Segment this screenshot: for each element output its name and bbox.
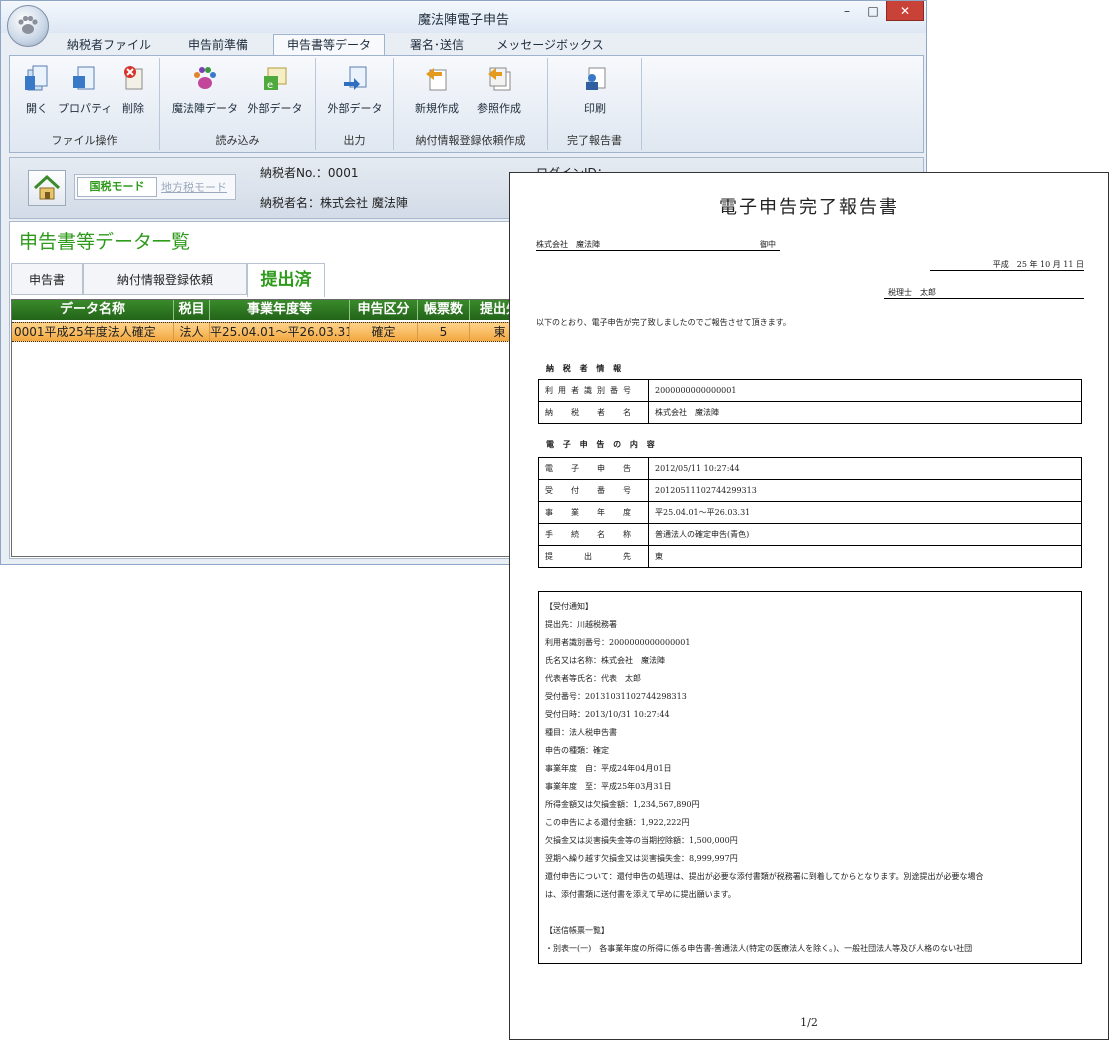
table-row: 利用者識別番号 2000000000000001 xyxy=(539,380,1081,402)
print-button[interactable]: 印刷 xyxy=(568,64,622,120)
ribbon-group-report: 印刷 完了報告書 xyxy=(548,58,642,150)
notice-line: 提出先：川越税務署 xyxy=(545,620,617,629)
report-date: 平成 25 年 10 月 11 日 xyxy=(930,259,1084,271)
new-create-button[interactable]: 新規作成 xyxy=(410,64,464,120)
properties-icon xyxy=(73,66,95,90)
section-filing-content: 電 子 申 告 の 内 容 xyxy=(546,439,658,449)
notice-line: は、添付書類に送付書を添えて早めに提出願います。 xyxy=(545,890,736,899)
notice-line: 還付申告について：還付申告の処理は、提出が必要な添付書類が税務署に到着してからと… xyxy=(545,872,984,881)
delete-button[interactable]: 削除 xyxy=(106,64,160,120)
import-mahoujin-data-button[interactable]: 魔法陣データ xyxy=(170,64,240,120)
open-button[interactable]: 開く xyxy=(10,64,64,120)
export-external-data-button[interactable]: 外部データ xyxy=(324,64,386,120)
page-title: 申告書等データ一覧 xyxy=(19,231,191,253)
notice-line: 事業年度 至：平成25年03月31日 xyxy=(545,782,672,791)
col-data-name[interactable]: データ名称 xyxy=(12,300,174,320)
minimize-button[interactable]: – xyxy=(834,1,860,21)
ribbon-group-output: 外部データ 出力 xyxy=(316,58,394,150)
tab-payment-request[interactable]: 納付情報登録依頼 xyxy=(83,263,247,295)
open-file-icon xyxy=(25,65,48,91)
cell-tax-item: 法人 xyxy=(174,323,210,341)
cell-data-name: 0001平成25年度法人確定 xyxy=(12,323,174,341)
house-icon xyxy=(33,174,61,200)
mode-switch: 国税モード 地方税モード xyxy=(74,174,236,200)
notice-line: 利用者識別番号：2000000000000001 xyxy=(545,638,691,647)
cell-form-count: 5 xyxy=(418,323,470,341)
cell-filing-type: 確定 xyxy=(350,323,418,341)
taxpayer-info-table: 利用者識別番号 2000000000000001 納 税 者 名 株式会社 魔法… xyxy=(538,379,1082,424)
completion-report-sheet: 電子申告完了報告書 株式会社 魔法陣 御中 平成 25 年 10 月 11 日 … xyxy=(509,172,1109,1040)
notice-line: 欠損金又は災害損失金等の当期控除額：1,500,000円 xyxy=(545,836,738,845)
export-file-icon xyxy=(344,66,367,90)
section-taxpayer-info: 納 税 者 情 報 xyxy=(546,363,625,373)
report-company: 株式会社 魔法陣 御中 xyxy=(536,239,780,251)
notice-line: 所得金額又は欠損金額：1,234,567,890円 xyxy=(545,800,700,809)
tab-sign-send[interactable]: 署名･送信 xyxy=(399,35,475,55)
paw-icon xyxy=(18,15,38,34)
notice-line: 【受付通知】 xyxy=(545,602,593,611)
national-tax-mode-button[interactable]: 国税モード xyxy=(77,177,157,197)
properties-button[interactable]: プロパティ xyxy=(58,64,112,120)
svg-text:e: e xyxy=(267,80,273,91)
local-tax-mode-link[interactable]: 地方税モード xyxy=(161,179,227,195)
notice-line: ・別表一(一) 各事業年度の所得に係る申告書-普通法人(特定の医療法人を除く。)… xyxy=(545,944,973,953)
new-document-icon xyxy=(426,68,447,91)
title-bar: 魔法陣電子申告 – □ ✕ xyxy=(1,1,926,33)
ribbon: 開く プロパティ 削除 ファイル操作 魔法陣データ e 外部データ 読み込み 外… xyxy=(9,55,924,153)
maximize-button[interactable]: □ xyxy=(860,1,886,21)
col-filing-type[interactable]: 申告区分 xyxy=(350,300,418,320)
import-external-data-button[interactable]: e 外部データ xyxy=(244,64,306,120)
window-title: 魔法陣電子申告 xyxy=(417,13,509,28)
taxpayer-number: 納税者No.：0001 xyxy=(260,166,359,180)
table-row: 納 税 者 名 株式会社 魔法陣 xyxy=(539,402,1081,424)
notice-line: 受付日時：2013/10/31 10:27:44 xyxy=(545,710,670,719)
notice-line: 【送信帳票一覧】 xyxy=(545,926,609,935)
tab-returns[interactable]: 申告書 xyxy=(11,263,83,295)
table-row: 事 業 年 度 平25.04.01～平26.03.31 xyxy=(539,502,1081,524)
report-intro: 以下のとおり、電子申告が完了致しましたのでご報告させて頂きます。 xyxy=(536,318,791,327)
tab-pre-filing[interactable]: 申告前準備 xyxy=(173,35,263,55)
page-number: 1/2 xyxy=(800,1016,818,1029)
menu-tabs: 納税者ファイル 申告前準備 申告書等データ 署名･送信 メッセージボックス xyxy=(1,33,926,57)
tab-filing-data[interactable]: 申告書等データ xyxy=(273,34,385,57)
table-row: 受 付 番 号 20120511102744299313 xyxy=(539,480,1081,502)
paw-icon xyxy=(194,67,216,89)
cell-fiscal-year: 平25.04.01～平26.03.31 xyxy=(210,323,350,341)
notice-line: 翌期へ繰り越す欠損金又は災害損失金：8,999,997円 xyxy=(545,854,738,863)
notice-line: 事業年度 自：平成24年04月01日 xyxy=(545,764,672,773)
copy-document-icon xyxy=(488,67,511,91)
reference-create-button[interactable]: 参照作成 xyxy=(472,64,526,120)
col-fiscal-year[interactable]: 事業年度等 xyxy=(210,300,350,320)
home-button[interactable] xyxy=(28,170,66,206)
delete-icon xyxy=(124,66,143,90)
report-tax-accountant: 税理士 太郎 xyxy=(884,287,1084,299)
ribbon-group-file: 開く プロパティ 削除 ファイル操作 xyxy=(10,58,160,150)
filing-content-table: 電 子 申 告 日 2012/05/11 10:27:44 受 付 番 号 20… xyxy=(538,457,1082,568)
ribbon-group-payment: 新規作成 参照作成 納付情報登録依頼作成 xyxy=(394,58,548,150)
table-row: 提 出 先 東 xyxy=(539,546,1081,568)
table-row: 電 子 申 告 日 2012/05/11 10:27:44 xyxy=(539,458,1081,480)
app-menu-button[interactable] xyxy=(7,5,49,47)
receipt-notice: 【受付通知】 提出先：川越税務署 利用者識別番号：200000000000000… xyxy=(538,591,1082,964)
ribbon-group-import: 魔法陣データ e 外部データ 読み込み xyxy=(160,58,316,150)
close-button[interactable]: ✕ xyxy=(886,1,924,21)
table-row: 手 続 名 称 普通法人の確定申告(青色) xyxy=(539,524,1081,546)
notice-line: 種目：法人税申告書 xyxy=(545,728,617,737)
notice-line: 代表者等氏名：代表 太郎 xyxy=(545,674,641,683)
notice-line: 申告の種類：確定 xyxy=(545,746,609,755)
notice-line: この申告による還付金額：1,922,222円 xyxy=(545,818,690,827)
print-report-icon xyxy=(586,67,606,90)
tab-taxpayer-file[interactable]: 納税者ファイル xyxy=(61,35,157,55)
col-tax-item[interactable]: 税目 xyxy=(174,300,210,320)
notice-line: 受付番号：20131031102744298313 xyxy=(545,692,687,701)
col-form-count[interactable]: 帳票数 xyxy=(418,300,470,320)
import-file-icon: e xyxy=(264,67,287,91)
report-title: 電子申告完了報告書 xyxy=(719,197,899,218)
notice-line: 氏名又は名称：株式会社 魔法陣 xyxy=(545,656,665,665)
taxpayer-name: 納税者名：株式会社 魔法陣 xyxy=(260,196,408,210)
tab-message-box[interactable]: メッセージボックス xyxy=(495,35,605,55)
tab-submitted[interactable]: 提出済 xyxy=(247,263,325,297)
notice-line xyxy=(545,904,1075,922)
